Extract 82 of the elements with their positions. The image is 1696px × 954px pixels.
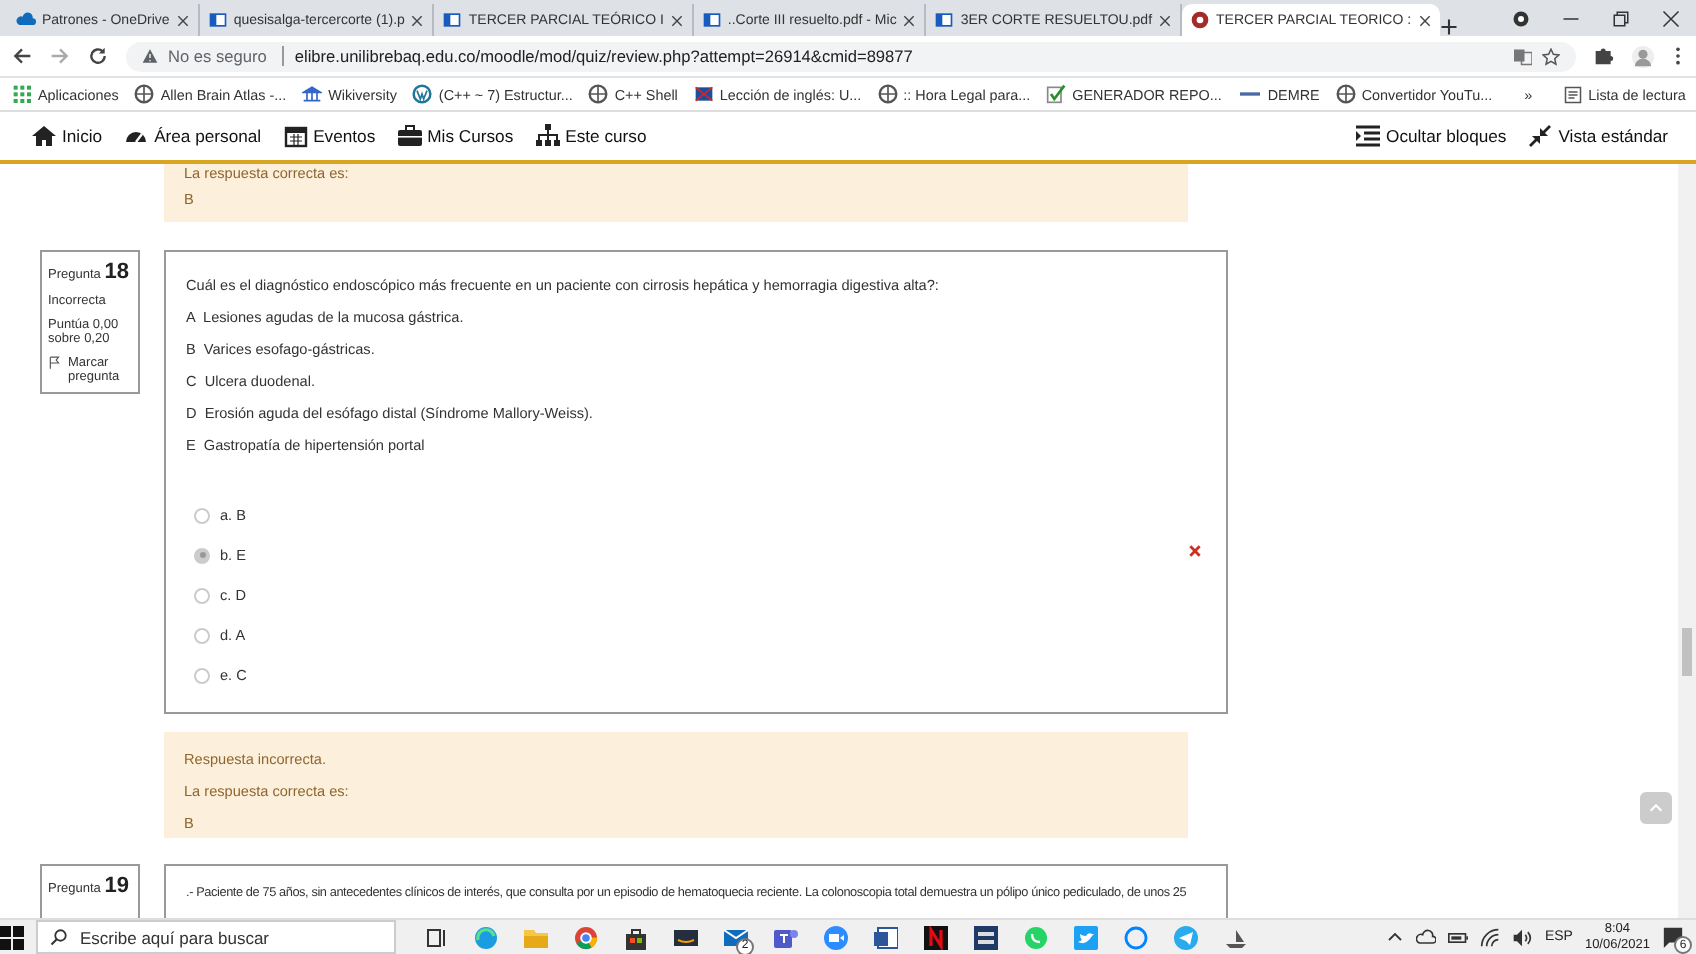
restore-icon[interactable] [1612,9,1630,27]
nav-link[interactable]: Vista estándar [1558,126,1668,146]
compress-arrows-icon [1528,124,1553,148]
flag-icon [48,356,62,370]
indent-list-icon [1356,124,1381,148]
star-icon[interactable] [1542,47,1560,65]
document-icon [701,10,722,30]
close-icon [902,13,917,27]
chevron-up-icon [1648,800,1664,816]
windows-logo-icon[interactable] [0,925,24,949]
bird-icon[interactable] [1074,925,1098,949]
home-icon [32,124,56,148]
document-icon [442,10,463,30]
wordpress-icon [412,84,433,104]
checkmark-icon [1046,84,1067,104]
globe-icon [1335,84,1356,104]
close-icon [175,13,190,27]
video-camera-icon[interactable] [824,925,848,949]
document-icon[interactable] [874,925,898,949]
people-icon[interactable] [774,925,798,949]
nav-link[interactable]: Ocultar bloques [1386,126,1507,146]
browser-wave-icon[interactable] [474,925,498,949]
nav-link[interactable]: Eventos [313,126,376,146]
warning-icon [142,48,158,64]
url-text: elibre.unilibrebaq.edu.co/moodle/mod/quiz/review.php?attempt=26914&cmid=89877 [282,46,913,66]
caret-up-icon[interactable] [1386,928,1405,946]
flag-icon [693,84,714,104]
radio-button[interactable] [194,507,210,523]
globe-icon [588,84,609,104]
letter-n-tile-icon[interactable] [924,925,948,949]
document-icon [207,10,228,30]
stripes-tile-icon[interactable] [974,925,998,949]
calendar-icon [283,124,308,148]
radio-button[interactable] [194,547,210,563]
battery-icon[interactable] [1448,927,1469,947]
mail-icon[interactable] [724,925,748,949]
security-label: No es seguro [168,46,267,66]
close-icon [1158,13,1173,27]
nav-link[interactable]: Inicio [62,126,103,146]
nav-link[interactable]: Este curso [565,126,647,146]
store-box-icon[interactable] [674,925,698,949]
wifi-icon[interactable] [1480,927,1501,947]
nav-link[interactable]: Mis Cursos [427,126,514,146]
cloud-icon [16,10,36,30]
record-icon[interactable] [1512,9,1530,27]
reading-list-icon [1564,85,1583,103]
plus-icon[interactable] [1439,18,1458,36]
avatar-icon[interactable] [1632,45,1654,67]
chrome-icon[interactable] [574,925,598,949]
scrollbar[interactable] [1678,164,1696,920]
sitemap-icon [535,124,560,148]
search-icon [50,928,68,946]
nav-link[interactable]: Área personal [154,126,262,146]
paper-plane-icon[interactable] [1174,925,1198,949]
taskbar-search-field[interactable]: Escribe aquí para buscar [36,920,396,954]
radio-button[interactable] [194,667,210,683]
task-view-icon[interactable] [424,925,448,949]
radio-button[interactable] [194,587,210,603]
boat-icon[interactable] [1224,925,1248,949]
close-icon [1417,13,1432,27]
message-bubble-icon[interactable] [1124,925,1148,949]
incorrect-cross-icon [1188,544,1202,558]
back-arrow-icon[interactable] [12,46,32,66]
briefcase-icon [397,124,422,148]
puzzle-icon[interactable] [1594,46,1614,66]
close-icon [410,13,425,27]
cloud-icon[interactable] [1416,927,1437,947]
translate-icon[interactable] [1514,47,1532,65]
close-icon[interactable] [1662,9,1680,27]
globe-icon [134,84,155,104]
reload-icon[interactable] [88,46,108,66]
columns-icon [302,84,323,104]
shopping-bag-icon[interactable] [624,925,648,949]
radio-button[interactable] [194,627,210,643]
close-icon [669,13,684,27]
site-icon [1190,10,1211,30]
more-dots-icon[interactable] [1672,46,1684,66]
volume-icon[interactable] [1512,927,1533,947]
globe-icon [877,84,898,104]
address-bar[interactable]: No es seguro elibre.unilibrebaq.edu.co/moodle/mod/quiz/review.php?attempt=26914&cmid=89877 [126,41,1576,71]
apps-grid-icon [12,84,32,104]
document-icon [934,10,955,30]
